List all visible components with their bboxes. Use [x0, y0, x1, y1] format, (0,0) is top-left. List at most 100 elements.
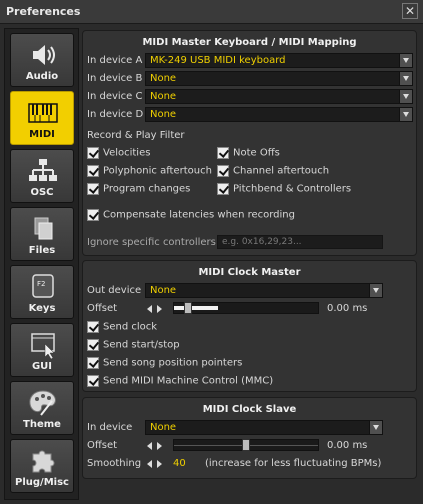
device-a-label: In device A — [87, 55, 143, 66]
checkbox-checked-icon — [87, 357, 99, 369]
offset-label: Offset — [87, 440, 118, 451]
device-b-value: None — [150, 73, 177, 84]
checkbox-checked-icon — [87, 375, 99, 387]
checkbox-checked-icon — [217, 165, 229, 177]
checkbox-checked-icon — [87, 339, 99, 351]
sidebar-item-label: Audio — [25, 71, 59, 82]
panel-title: MIDI Master Keyboard / MIDI Mapping — [142, 37, 357, 48]
in-device-select[interactable]: None — [145, 420, 383, 435]
sidebar-item-files[interactable]: Files — [10, 207, 74, 261]
out-device-select[interactable]: None — [145, 283, 383, 298]
sidebar-item-osc[interactable]: OSC — [10, 149, 74, 203]
checkbox-label: Polyphonic aftertouch — [103, 165, 212, 177]
send-song-position-checkbox[interactable]: Send song position pointers — [87, 357, 242, 369]
chevron-down-icon — [399, 54, 412, 67]
sidebar-item-midi[interactable]: MIDI — [10, 91, 74, 145]
device-b-label: In device B — [87, 73, 143, 84]
device-a-value: MK-249 USB MIDI keyboard — [150, 55, 286, 66]
title-bar: Preferences ✕ — [0, 0, 423, 24]
clock-master-panel: MIDI Clock Master Out device None Offset… — [82, 260, 417, 392]
smoothing-hint: (increase for less fluctuating BPMs) — [205, 458, 382, 469]
sidebar-item-label: Plug/Misc — [15, 477, 69, 488]
channel-aftertouch-checkbox[interactable]: Channel aftertouch — [217, 165, 329, 177]
checkbox-checked-icon — [87, 183, 99, 195]
files-icon — [34, 217, 53, 240]
pitchbend-controllers-checkbox[interactable]: Pitchbend & Controllers — [217, 183, 351, 195]
device-c-value: None — [150, 91, 177, 102]
note-offs-checkbox[interactable]: Note Offs — [217, 147, 280, 159]
category-sidebar: Audio MIDI OSC Files F2 Keys GUI Theme P… — [4, 28, 79, 500]
panel-title: MIDI Clock Master — [198, 267, 301, 278]
program-changes-checkbox[interactable]: Program changes — [87, 183, 190, 195]
device-a-select[interactable]: MK-249 USB MIDI keyboard — [145, 53, 413, 68]
arrow-right-icon — [157, 442, 162, 450]
midi-master-panel: MIDI Master Keyboard / MIDI Mapping In d… — [82, 30, 417, 256]
checkbox-checked-icon — [217, 183, 229, 195]
checkbox-label: Note Offs — [233, 147, 280, 159]
slave-offset-slider-handle[interactable] — [242, 439, 250, 451]
keyboard-key-icon: F2 — [32, 274, 54, 298]
close-button[interactable]: ✕ — [402, 3, 418, 19]
arrow-left-icon — [147, 460, 152, 468]
checkbox-label: Velocities — [103, 147, 151, 159]
checkbox-label: Send start/stop — [103, 339, 180, 351]
checkbox-checked-icon — [87, 209, 99, 221]
sidebar-item-label: OSC — [30, 187, 54, 198]
poly-aftertouch-checkbox[interactable]: Polyphonic aftertouch — [87, 165, 212, 177]
slave-offset-value: 0.00 ms — [327, 440, 368, 451]
velocities-checkbox[interactable]: Velocities — [87, 147, 150, 159]
offset-label: Offset — [87, 303, 118, 314]
offset-slider[interactable] — [173, 302, 319, 314]
sidebar-item-gui[interactable]: GUI — [10, 323, 74, 377]
chevron-down-icon — [399, 108, 412, 121]
checkbox-checked-icon — [87, 321, 99, 333]
send-start-stop-checkbox[interactable]: Send start/stop — [87, 339, 180, 351]
checkbox-checked-icon — [87, 165, 99, 177]
speaker-icon — [33, 45, 55, 65]
device-c-select[interactable]: None — [145, 89, 413, 104]
sidebar-item-theme[interactable]: Theme — [10, 381, 74, 435]
device-d-value: None — [150, 109, 177, 120]
smoothing-stepper[interactable] — [145, 458, 167, 470]
checkbox-checked-icon — [217, 147, 229, 159]
offset-stepper[interactable] — [145, 303, 167, 315]
chevron-down-icon — [399, 72, 412, 85]
send-mmc-checkbox[interactable]: Send MIDI Machine Control (MMC) — [87, 375, 273, 387]
checkbox-checked-icon — [87, 147, 99, 159]
slave-offset-stepper[interactable] — [145, 440, 167, 452]
device-d-select[interactable]: None — [145, 107, 413, 122]
offset-slider-fill — [174, 306, 218, 310]
compensate-latencies-checkbox[interactable]: Compensate latencies when recording — [87, 209, 295, 221]
network-icon — [29, 159, 57, 181]
sidebar-item-label: Files — [28, 245, 56, 256]
in-device-value: None — [150, 422, 177, 433]
checkbox-label: Channel aftertouch — [233, 165, 330, 177]
offset-value: 0.00 ms — [327, 303, 368, 314]
panel-title: MIDI Clock Slave — [202, 404, 297, 415]
sidebar-item-label: GUI — [31, 361, 53, 372]
sidebar-item-audio[interactable]: Audio — [10, 33, 74, 87]
checkbox-label: Send song position pointers — [103, 357, 243, 369]
sidebar-item-keys[interactable]: F2 Keys — [10, 265, 74, 319]
in-device-label: In device — [87, 422, 133, 433]
sidebar-item-plugmisc[interactable]: Plug/Misc — [10, 439, 74, 493]
device-d-label: In device D — [87, 109, 144, 120]
ignore-controllers-label: Ignore specific controllers — [87, 237, 216, 248]
chevron-down-icon — [369, 284, 382, 297]
offset-slider-handle[interactable] — [184, 302, 192, 314]
chevron-down-icon — [369, 421, 382, 434]
checkbox-label: Compensate latencies when recording — [103, 209, 295, 221]
checkbox-label: Program changes — [103, 183, 191, 195]
smoothing-value[interactable]: 40 — [173, 458, 186, 469]
sidebar-item-label: Keys — [28, 303, 56, 314]
piano-keys-icon — [28, 103, 58, 123]
sidebar-item-label: Theme — [23, 419, 61, 430]
ignore-controllers-input[interactable]: e.g. 0x16,29,23... — [217, 235, 383, 249]
filter-title: Record & Play Filter — [87, 130, 185, 141]
device-b-select[interactable]: None — [145, 71, 413, 86]
palette-icon — [29, 390, 56, 416]
clock-slave-panel: MIDI Clock Slave In device None Offset 0… — [82, 397, 417, 479]
checkbox-label: Pitchbend & Controllers — [233, 183, 352, 195]
send-clock-checkbox[interactable]: Send clock — [87, 321, 157, 333]
window-cursor-icon — [31, 333, 55, 360]
